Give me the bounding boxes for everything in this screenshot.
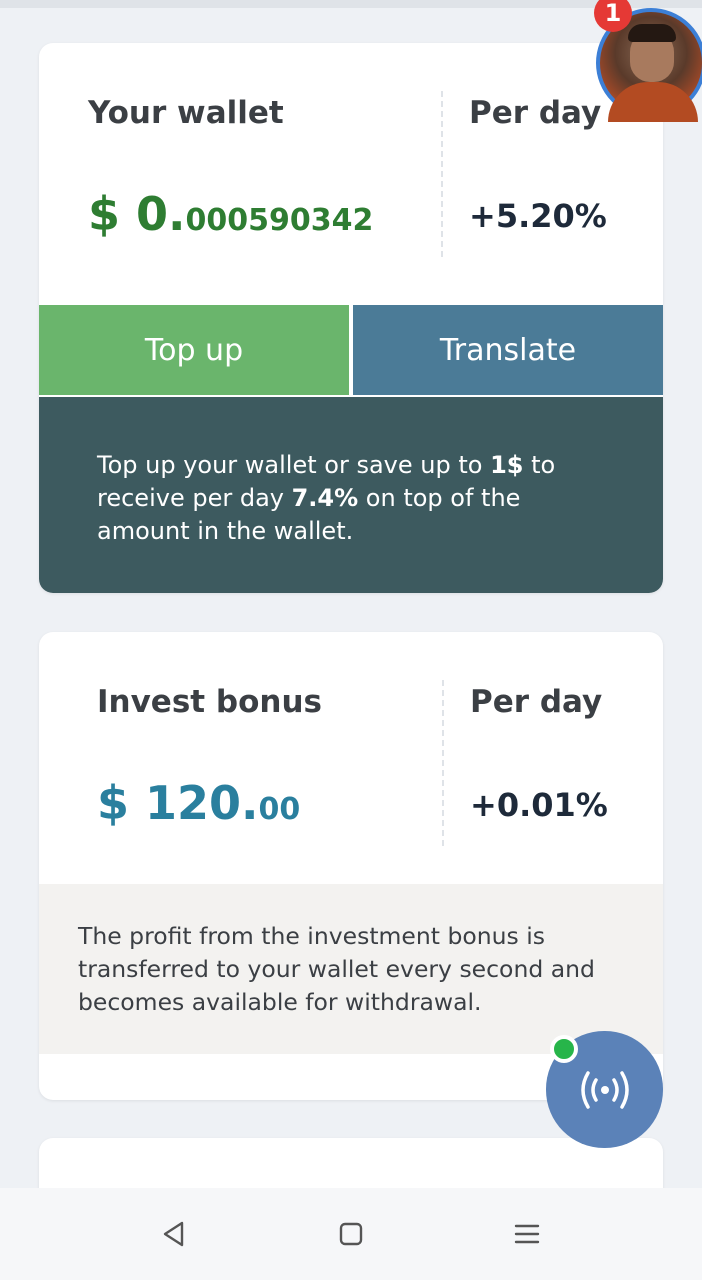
invest-amount-decimal: 00 <box>258 792 301 827</box>
invest-title: Invest bonus <box>97 684 322 720</box>
invest-per-day-label: Per day <box>470 684 603 720</box>
invest-info-text: The profit from the investment bonus is … <box>78 922 595 1016</box>
translate-button[interactable]: Translate <box>353 305 663 395</box>
back-triangle-icon <box>163 1221 184 1247</box>
invest-amount: $ 120.00 <box>97 776 300 830</box>
wallet-per-day-rate: +5.20% <box>469 197 607 235</box>
avatar-shirt <box>608 82 698 122</box>
wallet-info-text: Top up your wallet or save up to 1$ to r… <box>97 449 597 548</box>
wallet-info-percent: 7.4% <box>291 484 359 512</box>
wallet-info-panel: Top up your wallet or save up to 1$ to r… <box>39 395 663 593</box>
avatar-hair <box>628 24 676 42</box>
wallet-amount-decimal: 000590342 <box>185 203 374 238</box>
wallet-summary: Your wallet Per day $ 0.000590342 +5.20% <box>39 43 663 305</box>
invest-amount-main: $ 120. <box>97 776 259 830</box>
wallet-info-min-amount: 1$ <box>490 451 524 479</box>
broadcast-icon <box>580 1070 629 1109</box>
wallet-card: Your wallet Per day $ 0.000590342 +5.20%… <box>39 43 663 593</box>
wallet-per-day-label: Per day <box>469 95 602 131</box>
wallet-amount: $ 0.000590342 <box>88 187 373 241</box>
online-status-dot <box>550 1035 578 1063</box>
wallet-actions: Top up Translate <box>39 305 663 395</box>
invest-info-panel: The profit from the investment bonus is … <box>39 884 663 1054</box>
nav-back-button[interactable] <box>144 1206 204 1262</box>
nav-home-button[interactable] <box>321 1206 381 1262</box>
wallet-amount-main: $ 0. <box>88 187 186 241</box>
nav-menu-button[interactable] <box>497 1206 557 1262</box>
system-nav-bar <box>0 1188 702 1280</box>
home-square-icon <box>339 1222 363 1246</box>
menu-lines-icon <box>514 1224 540 1244</box>
wallet-title: Your wallet <box>88 95 284 131</box>
wallet-divider <box>441 91 443 257</box>
invest-bonus-card: Invest bonus Per day $ 120.00 +0.01% The… <box>39 632 663 1100</box>
wallet-info-part1: Top up your wallet or save up to <box>97 451 491 479</box>
invest-summary: Invest bonus Per day $ 120.00 +0.01% <box>39 632 663 884</box>
invest-divider <box>442 680 444 846</box>
topup-button[interactable]: Top up <box>39 305 349 395</box>
invest-per-day-rate: +0.01% <box>470 786 608 824</box>
